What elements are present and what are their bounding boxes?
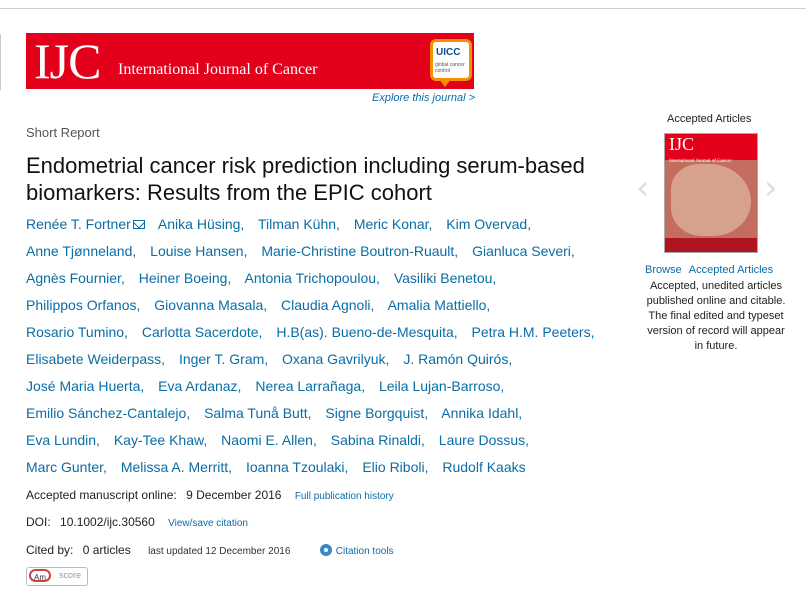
cover-footer-strip [665,238,757,252]
altmetric-badge[interactable]: Am score [26,567,88,586]
accepted-date: 9 December 2016 [186,488,282,502]
speech-bubble-tail-icon [439,79,451,87]
author-link[interactable]: Naomi E. Allen, [221,432,317,448]
journal-name: International Journal of Cancer [118,61,318,78]
author-link[interactable]: Rudolf Kaaks [442,459,525,475]
view-citation-link[interactable]: View/save citation [168,518,248,529]
explore-journal-link[interactable]: Explore this journal > [372,92,475,104]
author-link[interactable]: J. Ramón Quirós, [403,351,512,367]
author-link[interactable]: Elio Riboli, [362,459,428,475]
author-link[interactable]: Giovanna Masala, [154,297,267,313]
accepted-articles-link[interactable]: Accepted Articles [689,264,773,276]
journal-logo-abbrev: IJC [34,33,101,89]
browse-link[interactable]: Browse [645,264,682,276]
article-title: Endometrial cancer risk prediction inclu… [26,153,585,205]
email-icon[interactable] [132,220,145,229]
cover-artwork [671,164,751,236]
author-link[interactable]: Carlotta Sacerdote, [142,324,263,340]
author-link[interactable]: Claudia Agnoli, [281,297,374,313]
author-link[interactable]: H.B(as). Bueno-de-Mesquita, [276,324,457,340]
uicc-logo-subtext: global cancer control [435,62,465,74]
uicc-logo[interactable]: UICC global cancer control [430,39,472,87]
author-link[interactable]: Salma Tunå Butt, [204,405,311,421]
author-link[interactable]: Leila Lujan-Barroso, [379,378,504,394]
author-link[interactable]: Anne Tjønneland, [26,243,136,259]
author-link[interactable]: Philippos Orfanos, [26,297,140,313]
author-link[interactable]: Annika Idahl, [441,405,522,421]
accepted-label: Accepted manuscript online: [26,488,177,502]
author-link[interactable]: Amalia Mattiello, [388,297,491,313]
doi-label: DOI: [26,515,51,529]
author-link[interactable]: Heiner Boeing, [139,270,232,286]
author-link[interactable]: Rosario Tumino, [26,324,128,340]
altmetric-score-label: score [59,570,82,580]
author-link[interactable]: Louise Hansen, [150,243,247,259]
uicc-logo-text: UICC [436,47,461,58]
citation-tools-link[interactable]: Citation tools [336,546,394,557]
author-link[interactable]: Anika Hüsing, [158,216,244,232]
last-updated: last updated 12 December 2016 [148,546,291,557]
author-link[interactable]: Antonia Trichopoulou, [244,270,379,286]
journal-cover-image[interactable]: IJC International Journal of Cancer [664,133,758,253]
author-link[interactable]: Renée T. Fortner [26,216,145,232]
cover-logo: IJC International Journal of Cancer [665,134,757,164]
author-link[interactable]: Melissa A. Merritt, [121,459,232,475]
author-link[interactable]: Laure Dossus, [439,432,529,448]
sidebar-title: Accepted Articles [667,113,752,125]
author-link[interactable]: Inger T. Gram, [179,351,268,367]
doi-value: 10.1002/ijc.30560 [60,515,155,529]
article-type: Short Report [26,125,100,140]
journal-banner[interactable]: IJC International Journal of Cancer UICC… [26,33,474,89]
author-link[interactable]: Emilio Sánchez-Cantalejo, [26,405,190,421]
accepted-row: Accepted manuscript online: 9 December 2… [26,488,394,502]
author-link[interactable]: Tilman Kühn, [258,216,340,232]
browser-top-border [0,0,806,9]
author-link[interactable]: Ioanna Tzoulaki, [246,459,348,475]
author-link[interactable]: José Maria Huerta, [26,378,144,394]
altmetric-icon: Am [29,569,51,582]
author-link[interactable]: Marc Gunter, [26,459,107,475]
chevron-right-icon[interactable]: › [764,168,778,208]
sidebar-description: Accepted, unedited articles published on… [646,280,786,352]
cited-value: 0 articles [82,543,131,557]
divider [0,34,1,90]
author-link[interactable]: Kim Overvad, [446,216,531,232]
cited-row: Cited by: 0 articles last updated 12 Dec… [26,542,394,557]
author-link[interactable]: Nerea Larrañaga, [255,378,365,394]
author-link[interactable]: Elisabete Weiderpass, [26,351,165,367]
author-link[interactable]: Petra H.M. Peeters, [472,324,595,340]
publication-history-link[interactable]: Full publication history [295,491,394,502]
author-link[interactable]: Eva Lundin, [26,432,100,448]
author-link[interactable]: Sabina Rinaldi, [331,432,425,448]
cited-label: Cited by: [26,543,74,557]
author-list: Renée T. Fortner Anika Hüsing, Tilman Kü… [26,211,626,481]
chevron-left-icon[interactable]: ‹ [636,168,650,208]
author-link[interactable]: Gianluca Severi, [472,243,575,259]
author-link[interactable]: Agnès Fournier, [26,270,125,286]
author-link[interactable]: Vasiliki Benetou, [394,270,496,286]
author-link[interactable]: Marie-Christine Boutron-Ruault, [261,243,458,259]
author-link[interactable]: Oxana Gavrilyuk, [282,351,389,367]
author-link[interactable]: Signe Borgquist, [325,405,428,421]
sidebar-links: Browse Accepted Articles [645,264,773,276]
author-link[interactable]: Eva Ardanaz, [158,378,241,394]
author-link[interactable]: Kay-Tee Khaw, [114,432,207,448]
author-link[interactable]: Meric Konar, [354,216,433,232]
doi-row: DOI: 10.1002/ijc.30560 View/save citatio… [26,515,248,529]
gear-icon[interactable] [319,544,332,556]
